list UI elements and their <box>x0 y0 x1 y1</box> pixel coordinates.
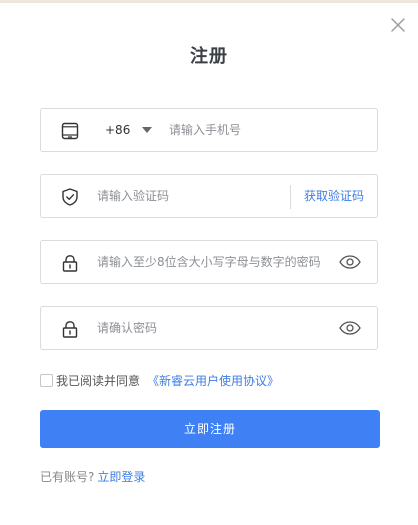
shield-check-icon <box>62 188 78 206</box>
caret-down-icon[interactable] <box>142 127 152 133</box>
register-button[interactable]: 立即注册 <box>40 410 380 448</box>
get-code-button[interactable]: 获取验证码 <box>304 175 364 217</box>
login-prompt: 已有账号? 立即登录 <box>40 468 145 486</box>
close-icon[interactable] <box>389 16 407 34</box>
has-account-text: 已有账号? <box>40 470 95 484</box>
verification-code-input[interactable]: 请输入验证码 <box>97 175 169 217</box>
confirm-password-field[interactable]: 请确认密码 <box>40 306 378 350</box>
eye-icon[interactable] <box>339 321 361 335</box>
verification-code-field[interactable]: 请输入验证码 获取验证码 <box>40 174 378 218</box>
password-input[interactable]: 请输入至少8位含大小写字母与数字的密码 <box>97 241 321 283</box>
login-link[interactable]: 立即登录 <box>97 470 145 484</box>
phone-input[interactable]: 请输入手机号 <box>169 109 241 151</box>
agreement-checkbox[interactable] <box>40 374 53 387</box>
phone-field[interactable]: +86 请输入手机号 <box>40 108 378 152</box>
user-agreement-link[interactable]: 《新睿云用户使用协议》 <box>147 372 279 390</box>
top-edge-strip <box>0 0 418 3</box>
confirm-password-input[interactable]: 请确认密码 <box>97 307 157 349</box>
agreement-text: 我已阅读并同意 <box>56 374 141 388</box>
country-code-select[interactable]: +86 <box>105 109 130 151</box>
field-divider <box>290 185 291 209</box>
eye-icon[interactable] <box>339 255 361 269</box>
lock-icon <box>62 321 78 338</box>
lock-icon <box>62 255 78 272</box>
mobile-phone-icon <box>61 122 79 140</box>
dialog-title: 注册 <box>190 46 228 67</box>
password-field[interactable]: 请输入至少8位含大小写字母与数字的密码 <box>40 240 378 284</box>
